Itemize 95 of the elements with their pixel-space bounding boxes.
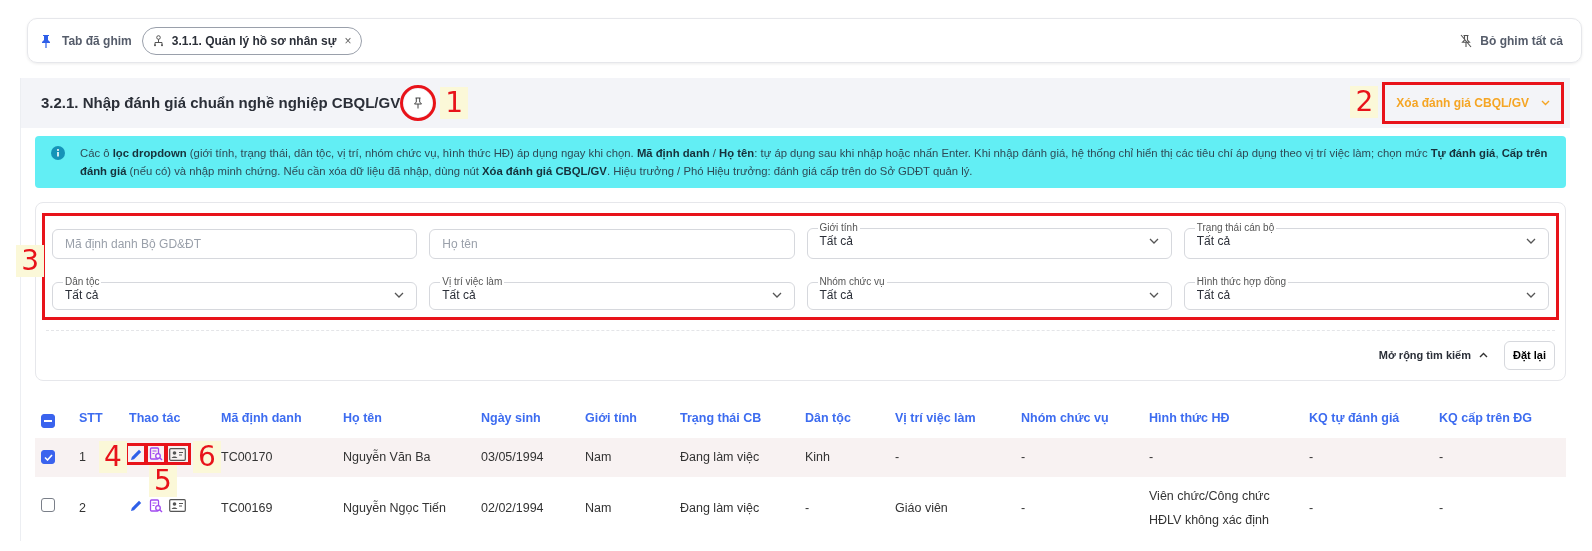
table-cell: - [805, 501, 810, 516]
table-cell: Viên chức/Công chức HĐLV không xác định [1149, 489, 1270, 528]
profile-card-button[interactable] [168, 498, 187, 513]
table-cell: - [1309, 449, 1314, 464]
pinned-tab[interactable]: 3.1.1. Quản lý hồ sơ nhân sự × [141, 26, 363, 55]
chevron-down-icon [1526, 238, 1536, 245]
column-header: KQ cấp trên ĐG [1439, 410, 1533, 425]
unpin-icon [1460, 33, 1473, 48]
column-header: Vị trí việc làm [895, 410, 976, 425]
document-search-icon [149, 447, 163, 462]
field-label: Nhóm chức vụ [817, 276, 887, 289]
annotation-number: 4 [99, 441, 127, 474]
edit-button[interactable] [129, 498, 144, 513]
select-value: Tất cả [65, 287, 99, 305]
table-cell: - [1309, 501, 1314, 516]
expand-search-toggle[interactable]: Mở rộng tìm kiếm [1372, 346, 1494, 365]
table-cell: Kinh [805, 449, 831, 464]
column-header: Giới tính [585, 410, 637, 425]
select-field[interactable]: Trạng thái cán bộ Tất cả [1183, 222, 1549, 260]
select-value: Tất cả [442, 287, 476, 305]
review-button[interactable] [148, 498, 164, 513]
select-all-checkbox[interactable] [41, 413, 55, 428]
document-search-icon [149, 498, 163, 513]
chevron-down-icon [771, 292, 782, 299]
text-input-field[interactable]: Mã định danh Bộ GD&ĐT [52, 229, 418, 260]
reset-button[interactable]: Đặt lại [1504, 341, 1555, 370]
table-cell: - [1149, 449, 1154, 464]
pin-icon [40, 33, 52, 48]
annotation-number: 1 [440, 87, 469, 119]
chevron-down-icon [394, 292, 405, 299]
unpin-all-button[interactable]: Bỏ ghim tất cả [1454, 30, 1569, 51]
annotation-number: 2 [1350, 86, 1379, 118]
table-cell: Nam [585, 501, 612, 516]
select-value: Tất cả [819, 287, 853, 305]
select-value: Tất cả [819, 233, 853, 251]
table-cell: Nam [585, 449, 612, 464]
select-field[interactable]: Dân tộc Tất cả [52, 276, 418, 311]
table-cell: 1 [79, 449, 86, 464]
table-cell: - [1021, 449, 1026, 464]
field-label: Hình thức hợp đồng [1194, 276, 1289, 289]
column-header: STT [79, 410, 103, 425]
pinned-tabs-label: Tab đã ghim [62, 32, 132, 50]
column-header: Nhóm chức vụ [1021, 410, 1109, 425]
column-header: KQ tự đánh giá [1309, 410, 1400, 425]
annotation-number: 3 [16, 245, 44, 278]
table-cell: Nguyễn Văn Ba [343, 449, 431, 464]
table-cell: 2 [79, 501, 86, 516]
row-checkbox[interactable] [41, 450, 55, 465]
page-title: 3.2.1. Nhập đánh giá chuẩn nghề nghiệp CBQL/GV [41, 94, 401, 112]
select-value: Tất cả [1196, 287, 1231, 305]
field-label: Vị trí việc làm [440, 276, 505, 289]
table-cell: TC00170 [221, 449, 273, 464]
hierarchy-icon [152, 34, 164, 47]
info-icon [51, 146, 65, 160]
table-cell: TC00169 [221, 501, 273, 516]
column-header: Mã định danh [221, 410, 302, 425]
field-label: Dân tộc [63, 276, 102, 289]
pin-icon [413, 97, 424, 109]
table-cell: Giáo viên [895, 501, 948, 516]
select-field[interactable]: Giới tính Tất cả [806, 222, 1172, 260]
chevron-down-icon [1526, 292, 1536, 299]
select-value: Tất cả [1196, 233, 1231, 251]
pencil-icon [130, 447, 143, 461]
annotation-number: 6 [193, 441, 221, 474]
id-card-icon [169, 447, 186, 461]
close-tab-button[interactable]: × [344, 34, 352, 47]
minus-icon [44, 419, 52, 422]
select-field[interactable]: Nhóm chức vụ Tất cả [806, 276, 1172, 311]
table-cell: - [1439, 449, 1444, 464]
column-header: Dân tộc [805, 410, 851, 425]
chevron-down-icon [1541, 100, 1550, 106]
id-card-icon [169, 499, 186, 513]
pencil-icon [130, 499, 143, 513]
chevron-down-icon [1148, 292, 1159, 299]
column-header: Thao tác [129, 410, 181, 425]
chevron-down-icon [1148, 238, 1159, 245]
column-header: Trạng thái CB [680, 410, 762, 425]
column-header: Họ tên [343, 410, 382, 425]
table-cell: 03/05/1994 [481, 449, 544, 464]
text-input-field[interactable]: Họ tên [429, 229, 795, 260]
table-cell: Đang làm việc [680, 449, 760, 464]
column-header: Ngày sinh [481, 410, 541, 425]
row-checkbox[interactable] [41, 498, 55, 513]
table-cell: Đang làm việc [680, 501, 760, 516]
table-cell: - [895, 449, 900, 464]
column-header: Hình thức HĐ [1149, 410, 1230, 425]
field-label: Trạng thái cán bộ [1194, 222, 1277, 235]
table-cell: - [1439, 501, 1444, 516]
select-field[interactable]: Hình thức hợp đồng Tất cả [1183, 276, 1549, 311]
annotation-number: 5 [149, 465, 177, 498]
table-cell: - [1021, 501, 1026, 516]
select-field[interactable]: Vị trí việc làm Tất cả [429, 276, 795, 311]
table-cell: 02/02/1994 [481, 501, 544, 516]
table-cell: Nguyễn Ngọc Tiến [343, 501, 446, 516]
info-text: Các ô lọc dropdown (giới tính, trạng thái, dân tộc, vị trí, nhóm chức vụ, hình thức HĐ) áp dụng ngay khi chọn. Mã định danh / Họ tên: tự áp dụng sau khi nhập hoặc nhấn Enter. Khi nhập đánh giá, hệ thống chỉ hiển thị các tiêu chí áp dụng theo vị trí việc làm; chọn mức Tự đánh giá, Cấp trên đánh giá (nếu có) và nhập minh chứng. Nếu cần xóa dữ liệu đã nhập, dùng nút Xóa đánh giá CBQL/GV. Hiệu trưởng / Phó Hiệu trưởng: đánh giá cấp trên do Sở GDĐT quản lý. [80, 147, 1548, 178]
